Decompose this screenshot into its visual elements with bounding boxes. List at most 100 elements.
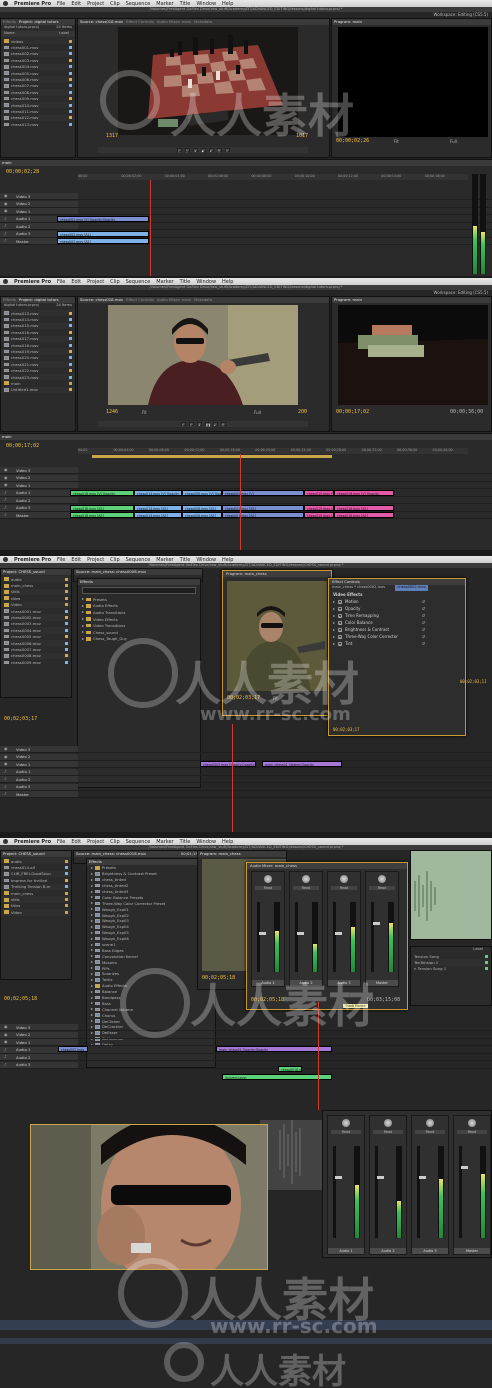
- clip-audio-volume[interactable]: Volume:Level: [222, 1074, 332, 1080]
- clip-audio-blue-2-1[interactable]: chess008.mov [A1]: [182, 505, 222, 511]
- program-timecode[interactable]: 00;02;05;18: [202, 975, 235, 981]
- clip-video-green[interactable]: chess018.mov [V] Opacity: [70, 490, 134, 496]
- fx-item[interactable]: fx Time Remapping ↺: [329, 612, 465, 619]
- track-header[interactable]: [0, 1024, 78, 1030]
- tab-source[interactable]: Source: chess018.mov: [80, 297, 123, 303]
- menu-file[interactable]: File: [57, 839, 65, 845]
- resolution-select[interactable]: Full: [254, 410, 261, 415]
- step-forward-icon[interactable]: ▸: [212, 422, 218, 427]
- mark-in-icon[interactable]: {: [180, 422, 186, 427]
- speaker-icon[interactable]: ♪: [4, 223, 7, 228]
- disclosure-triangle-icon[interactable]: [91, 931, 93, 934]
- tab-program[interactable]: Program: main: [334, 19, 362, 25]
- menu-app-name[interactable]: Premiere Pro: [14, 557, 51, 563]
- menu-app-name[interactable]: Premiere Pro: [14, 1, 51, 7]
- insert-icon[interactable]: ⎘: [220, 422, 226, 427]
- track-header[interactable]: [0, 746, 78, 752]
- source-timecode-in[interactable]: 1317: [106, 133, 118, 139]
- eye-icon[interactable]: ◉: [4, 201, 8, 206]
- program-timecode[interactable]: 00;00;17;02: [336, 409, 369, 415]
- menu-title[interactable]: Title: [180, 839, 191, 845]
- clip-audio-green-1[interactable]: chess018.mov [A1]: [70, 505, 134, 511]
- clip-video-pink[interactable]: chess015.mov [V] Opacity: [304, 490, 334, 496]
- disclosure-triangle-icon[interactable]: [82, 598, 84, 601]
- tab-audio-mixer[interactable]: Audio Mixer: main: [157, 297, 191, 303]
- clip-audio-pink-1[interactable]: chess015.mov [A1]: [304, 505, 334, 511]
- disclosure-triangle-icon[interactable]: [91, 914, 93, 917]
- clip-video-blue-3[interactable]: chess001.mov [V]: [222, 490, 304, 496]
- menu-window[interactable]: Window: [196, 279, 216, 285]
- program-timecode[interactable]: 00;02;03;17: [227, 695, 260, 701]
- automation-mode-select[interactable]: Read: [373, 1130, 403, 1134]
- clip-video[interactable]: chess002.mov [V] Opacity:Opacity: [57, 216, 149, 222]
- clip-video-blue-2[interactable]: chess008.mov [V] Opacity: [182, 490, 222, 496]
- sequence-timecode[interactable]: 00;02;03;17: [4, 716, 37, 722]
- reset-icon[interactable]: ↺: [422, 606, 425, 611]
- project-item[interactable]: chess0009.mov: [1, 659, 71, 665]
- speaker-icon[interactable]: ♪: [4, 231, 7, 236]
- menu-edit[interactable]: Edit: [71, 839, 81, 845]
- effects-tree-item[interactable]: Video Effects: [78, 616, 200, 623]
- menu-file[interactable]: File: [57, 557, 65, 563]
- fx-toggle-icon[interactable]: fx: [338, 613, 342, 619]
- menu-edit[interactable]: Edit: [71, 279, 81, 285]
- disclosure-triangle-icon[interactable]: [82, 637, 84, 640]
- volume-fader[interactable]: [333, 902, 342, 972]
- apple-icon[interactable]: [3, 279, 8, 284]
- zoom-fit-select[interactable]: Fit: [142, 410, 147, 415]
- menu-marker[interactable]: Marker: [156, 279, 173, 285]
- play-icon[interactable]: ▶: [200, 148, 206, 153]
- disclosure-triangle-icon[interactable]: [91, 937, 93, 940]
- effects-tree-item[interactable]: Audio Transitions: [78, 609, 200, 616]
- step-forward-icon[interactable]: ▸: [208, 148, 214, 153]
- tab-sequence-main[interactable]: main: [2, 160, 12, 166]
- zoom-fit-select[interactable]: Fit: [273, 696, 278, 701]
- program-panel-title[interactable]: Program: main_chess: [223, 571, 331, 577]
- mark-out-icon[interactable]: }: [188, 422, 194, 427]
- pan-knob-icon[interactable]: [302, 875, 310, 883]
- disclosure-triangle-icon[interactable]: [91, 984, 93, 987]
- sequence-timecode[interactable]: 00;00;17;02: [6, 443, 39, 449]
- tab-project[interactable]: Project: CHESS_sound: [3, 569, 45, 575]
- program-timecode[interactable]: 00;00;02;26: [336, 138, 369, 144]
- fx-item[interactable]: fx Tint ↺: [329, 640, 465, 647]
- reset-icon[interactable]: ↺: [422, 613, 425, 618]
- automation-mode-select[interactable]: Read: [331, 1130, 361, 1134]
- menu-window[interactable]: Window: [196, 839, 216, 845]
- tab-source[interactable]: Source: chess018.mov: [80, 19, 123, 25]
- track-header[interactable]: [0, 753, 78, 760]
- menu-project[interactable]: Project: [87, 557, 104, 563]
- work-area-bar[interactable]: [92, 455, 332, 458]
- eye-icon[interactable]: ◉: [4, 1039, 8, 1044]
- disclosure-triangle-icon[interactable]: [91, 949, 93, 952]
- effects-search-input[interactable]: [82, 587, 196, 594]
- effects-tree-item[interactable]: Video Transitions: [78, 622, 200, 629]
- track-header[interactable]: [0, 761, 78, 767]
- disclosure-triangle-icon[interactable]: [91, 943, 93, 946]
- tab-sequence-main[interactable]: main: [2, 434, 12, 440]
- track-header[interactable]: [0, 768, 78, 775]
- menu-help[interactable]: Help: [222, 557, 233, 563]
- volume-fader[interactable]: [459, 1146, 468, 1238]
- disclosure-triangle-icon[interactable]: [91, 955, 93, 958]
- eye-icon[interactable]: ◉: [4, 761, 8, 766]
- column-label[interactable]: Label: [59, 31, 69, 37]
- fader-handle[interactable]: [377, 1176, 384, 1179]
- disclosure-triangle-icon[interactable]: [333, 614, 335, 617]
- resolution-select[interactable]: Full: [450, 139, 457, 144]
- disclosure-triangle-icon[interactable]: [91, 919, 93, 922]
- disclosure-triangle-icon[interactable]: [91, 972, 93, 975]
- speaker-icon[interactable]: ♪: [4, 505, 7, 510]
- volume-fader[interactable]: [295, 902, 304, 972]
- speaker-icon[interactable]: ♪: [4, 791, 7, 796]
- reset-icon[interactable]: ↺: [422, 620, 425, 625]
- menu-window[interactable]: Window: [196, 557, 216, 563]
- disclosure-triangle-icon[interactable]: [91, 996, 93, 999]
- track-header[interactable]: [0, 1031, 78, 1038]
- clip-audio-pink-2[interactable]: chess015.mov [A2]: [304, 512, 334, 518]
- disclosure-triangle-icon[interactable]: [91, 925, 93, 928]
- track-header[interactable]: [0, 1054, 78, 1060]
- volume-fader[interactable]: [417, 1146, 426, 1238]
- volume-fader[interactable]: [333, 1146, 342, 1238]
- tab-source[interactable]: Source: main_chess: chess0018.mov: [76, 851, 146, 857]
